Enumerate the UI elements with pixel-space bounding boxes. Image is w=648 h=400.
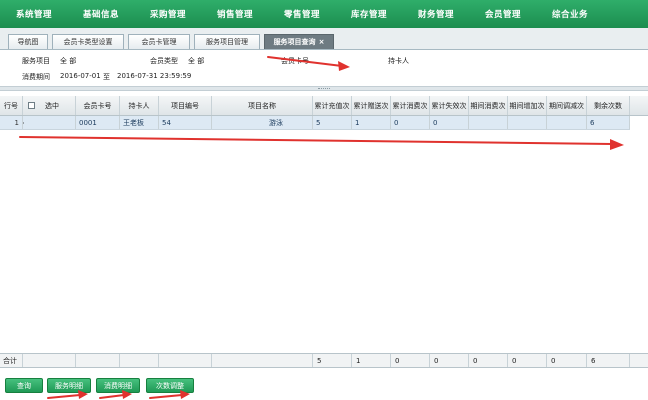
count-adjust-button[interactable]: 次数调整 [146, 378, 194, 393]
table-row[interactable]: 1 0001 王老板 54 游泳 5 1 0 0 6 [0, 116, 630, 130]
footer-empty-cell [23, 354, 76, 367]
consume-detail-button[interactable]: 消费明细 [96, 378, 140, 393]
nav-system-management[interactable]: 系统管理 [0, 8, 67, 20]
service-detail-button[interactable]: 服务明细 [47, 378, 91, 393]
top-navigation: 系统管理 基础信息 采购管理 销售管理 零售管理 库存管理 财务管理 会员管理 … [0, 0, 648, 28]
cell-period-add [508, 116, 547, 129]
tab-service-item-management[interactable]: 服务项目管理 [194, 34, 260, 49]
footer-empty-cell [120, 354, 159, 367]
footer-empty-cell [76, 354, 120, 367]
col-header-total-recharge: 累计充值次 [313, 96, 352, 115]
cell-total-gift: 1 [352, 116, 391, 129]
cell-item-name: 游泳 [212, 116, 313, 129]
footer-period-add: 0 [508, 354, 547, 367]
col-header-period-reduce: 期间调减次 [547, 96, 587, 115]
cell-total-recharge: 5 [313, 116, 352, 129]
filter-panel: 服务项目 全 部 会员类型 全 部 会员卡号 持卡人 消费期间 2016-07-… [0, 50, 648, 86]
nav-retail-management[interactable]: 零售管理 [268, 8, 335, 20]
panel-splitter[interactable] [0, 86, 648, 91]
tab-member-card-management[interactable]: 会员卡管理 [128, 34, 190, 49]
nav-sales-management[interactable]: 销售管理 [201, 8, 268, 20]
footer-total-consume: 0 [391, 354, 430, 367]
footer-remaining: 6 [587, 354, 630, 367]
nav-inventory-management[interactable]: 库存管理 [335, 8, 402, 20]
grid-footer-totals: 合计 5 1 0 0 0 0 0 6 [0, 353, 648, 368]
cell-rownum: 1 [0, 116, 23, 129]
card-no-label: 会员卡号 [281, 57, 309, 65]
tab-member-card-type-settings[interactable]: 会员卡类型设置 [52, 34, 124, 49]
cell-period-consume [469, 116, 508, 129]
row-pointer-icon [23, 119, 24, 126]
col-header-item-code: 项目编号 [159, 96, 212, 115]
cell-remaining: 6 [587, 116, 630, 129]
holder-input[interactable] [415, 56, 475, 65]
col-header-rownum: 行号 [0, 96, 23, 115]
col-header-total-expire: 累计失效次 [430, 96, 469, 115]
nav-purchase-management[interactable]: 采购管理 [134, 8, 201, 20]
col-header-card-no: 会员卡号 [76, 96, 120, 115]
nav-general-business[interactable]: 综合业务 [536, 8, 603, 20]
period-to-label: 至 [103, 73, 110, 81]
nav-finance-management[interactable]: 财务管理 [402, 8, 469, 20]
cell-period-reduce [547, 116, 587, 129]
tab-service-item-query[interactable]: 服务项目查询 × [264, 34, 334, 49]
period-start-input[interactable]: 2016-07-01 [60, 72, 101, 80]
nav-basic-info[interactable]: 基础信息 [67, 8, 134, 20]
nav-member-management[interactable]: 会员管理 [469, 8, 536, 20]
col-header-total-gift: 累计赠送次 [352, 96, 391, 115]
col-header-item-name: 项目名称 [212, 96, 313, 115]
query-button[interactable]: 查询 [5, 378, 43, 393]
select-all-checkbox[interactable] [28, 102, 35, 109]
cell-holder: 王老板 [120, 116, 159, 129]
service-query-grid: 行号 选中 会员卡号 持卡人 项目编号 项目名称 累计充值次 累计赠送次 累计消… [0, 96, 648, 370]
footer-total-expire: 0 [430, 354, 469, 367]
service-item-select[interactable]: 全 部 [60, 56, 76, 66]
bottom-button-bar: 查询 服务明细 消费明细 次数调整 [0, 372, 648, 400]
grid-header-row: 行号 选中 会员卡号 持卡人 项目编号 项目名称 累计充值次 累计赠送次 累计消… [0, 96, 648, 116]
cell-item-code: 54 [159, 116, 212, 129]
footer-period-consume: 0 [469, 354, 508, 367]
footer-total-label: 合计 [0, 354, 23, 367]
footer-period-reduce: 0 [547, 354, 587, 367]
footer-empty-cell [159, 354, 212, 367]
col-header-select: 选中 [23, 96, 76, 115]
tab-strip: 导航图 会员卡类型设置 会员卡管理 服务项目管理 服务项目查询 × [0, 28, 648, 50]
footer-total-recharge: 5 [313, 354, 352, 367]
col-header-remaining: 剩余次数 [587, 96, 630, 115]
footer-empty-cell [212, 354, 313, 367]
col-header-holder: 持卡人 [120, 96, 159, 115]
footer-total-gift: 1 [352, 354, 391, 367]
splitter-grip-icon [318, 88, 330, 90]
service-item-label: 服务项目 [22, 57, 50, 65]
cell-card-no: 0001 [76, 116, 120, 129]
tab-navigation-map[interactable]: 导航图 [8, 34, 48, 49]
card-type-select[interactable]: 全 部 [188, 56, 204, 66]
col-header-period-consume: 期间消费次 [469, 96, 508, 115]
cell-total-consume: 0 [391, 116, 430, 129]
cell-select[interactable] [23, 116, 76, 129]
card-no-input[interactable] [312, 56, 372, 65]
close-icon[interactable]: × [319, 38, 325, 46]
cell-total-expire: 0 [430, 116, 469, 129]
period-end-input[interactable]: 2016-07-31 23:59:59 [117, 72, 191, 80]
card-type-label: 会员类型 [150, 57, 178, 65]
col-header-period-add: 期间增加次 [508, 96, 547, 115]
holder-label: 持卡人 [388, 57, 409, 65]
period-label: 消费期间 [22, 73, 50, 81]
col-header-total-consume: 累计消费次 [391, 96, 430, 115]
